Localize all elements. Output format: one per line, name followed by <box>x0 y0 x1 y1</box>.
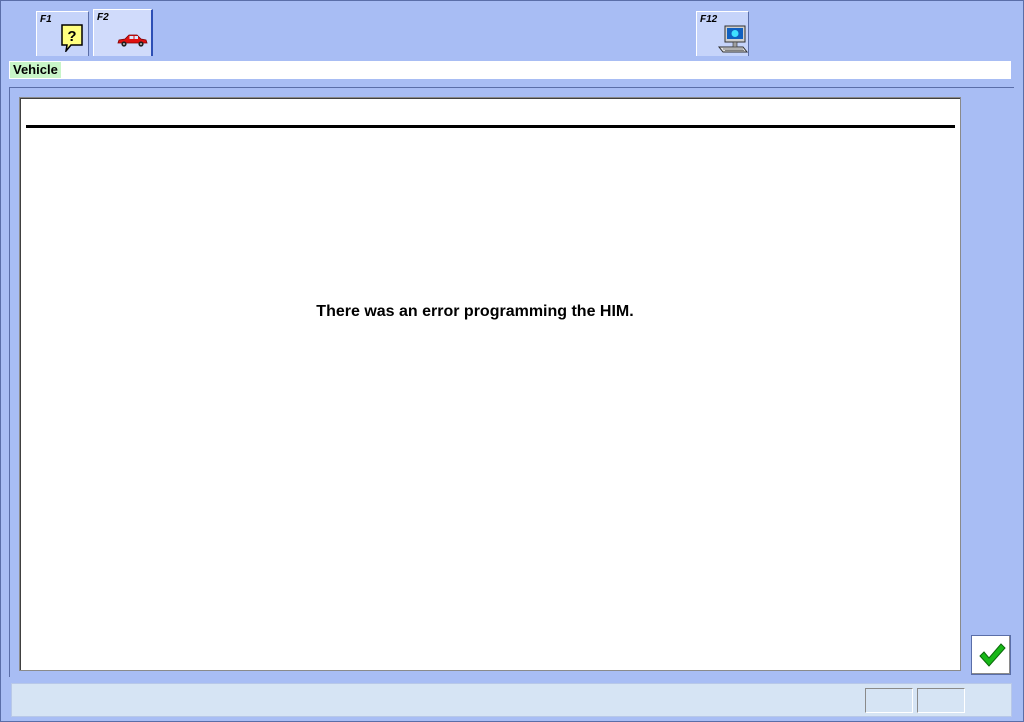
function-key-toolbar: F1 ? F2 F12 <box>1 1 1023 57</box>
tab-f2-vehicle[interactable]: F2 <box>93 9 153 56</box>
message-panel: There was an error programming the HIM. <box>19 97 961 671</box>
breadcrumb-bar: Vehicle <box>9 61 1011 79</box>
tab-f1-help[interactable]: F1 ? <box>36 11 89 56</box>
status-cell-1 <box>865 688 913 713</box>
confirm-button[interactable] <box>971 635 1011 675</box>
tab-f1-key-label: F1 <box>40 14 52 25</box>
tab-f12-key-label: F12 <box>700 14 718 25</box>
error-message: There was an error programming the HIM. <box>316 303 634 320</box>
checkmark-icon <box>979 643 1006 667</box>
computer-tools-icon <box>717 25 749 60</box>
tab-f12-tools[interactable]: F12 <box>696 11 749 56</box>
vehicle-car-icon <box>116 34 148 53</box>
status-bar <box>11 683 1012 717</box>
tab-f2-key-label: F2 <box>97 12 109 23</box>
svg-text:?: ? <box>67 28 76 45</box>
app-window: F1 ? F2 F12 Vehicle There was an error p… <box>0 0 1024 722</box>
breadcrumb: Vehicle <box>10 62 61 78</box>
panel-divider <box>26 125 955 128</box>
help-icon: ? <box>61 24 83 57</box>
status-cell-2 <box>917 688 965 713</box>
